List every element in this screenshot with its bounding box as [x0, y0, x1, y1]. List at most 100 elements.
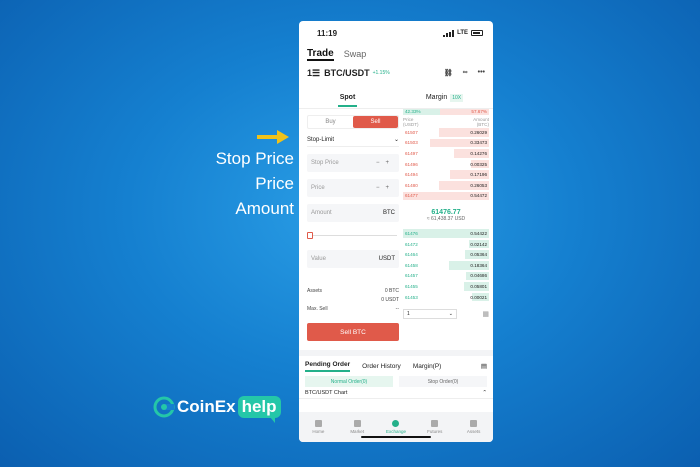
chevron-down-icon: ⌄ — [393, 137, 399, 143]
last-price: 61476.77 — [431, 209, 461, 217]
annotation-amount: Amount — [235, 199, 294, 218]
link-icon[interactable]: ⛓ — [444, 69, 453, 77]
nav-market-label: Market — [350, 429, 365, 434]
ask-price: 61494 — [405, 172, 418, 178]
chart-toggle[interactable]: BTC/USDT Chart ⌃ — [299, 387, 493, 399]
price-placeholder: Price — [311, 185, 325, 191]
amount-slider[interactable] — [307, 230, 399, 240]
bid-price: 61457 — [405, 273, 418, 279]
ask-row[interactable]: 61497 0.14276 — [403, 148, 489, 159]
mode-tabs: Spot Margin 10X — [299, 87, 493, 109]
amount-input[interactable]: Amount BTC — [307, 204, 399, 222]
tab-margin-p[interactable]: Margin(P) — [413, 363, 442, 370]
bid-amount: 0.05364 — [470, 252, 487, 258]
ask-amount: 0.26053 — [470, 182, 487, 188]
value-placeholder: Value — [311, 256, 326, 262]
order-type-select[interactable]: Stop-Limit ⌄ — [307, 133, 399, 147]
tab-swap[interactable]: Swap — [344, 49, 367, 59]
bid-row[interactable]: 61455 0.05801 — [403, 281, 489, 292]
order-subtabs: Normal Order(0) Stop Order(0) — [299, 376, 493, 387]
tab-margin-label: Margin — [425, 94, 448, 101]
stop-price-stepper-icon[interactable]: −+ — [376, 160, 395, 166]
price-stepper-icon[interactable]: −+ — [376, 185, 395, 191]
bid-row[interactable]: 61457 0.04686 — [403, 271, 489, 282]
tab-spot[interactable]: Spot — [299, 94, 396, 107]
ask-row[interactable]: 61477 0.54472 — [403, 191, 489, 202]
order-tabs: Pending Order Order History Margin(P) ▤ — [299, 350, 493, 376]
network-label: LTE — [457, 30, 468, 36]
tab-pending-order[interactable]: Pending Order — [305, 361, 351, 372]
nav-exchange-label: Exchange — [385, 429, 406, 434]
bid-amount: 0.04686 — [470, 273, 487, 279]
tab-trade[interactable]: Trade — [307, 48, 334, 61]
annotation-labels: Stop Price Price Amount — [216, 146, 294, 221]
nav-home-label: Home — [312, 429, 325, 434]
pointer-arrow-icon — [257, 130, 289, 144]
last-price-block: 61476.77 ≈ 61,438.37 USD — [403, 201, 489, 228]
buy-button[interactable]: Buy — [308, 116, 353, 128]
battery-icon — [471, 30, 483, 36]
order-type-value: Stop-Limit — [307, 136, 335, 143]
bid-price: 61458 — [405, 262, 418, 268]
nav-home[interactable]: Home — [299, 412, 338, 442]
slider-handle[interactable] — [307, 232, 313, 239]
bid-row[interactable]: 61458 0.18364 — [403, 260, 489, 271]
leverage-badge: 10X — [450, 94, 464, 102]
value-input[interactable]: Value USDT — [307, 250, 399, 268]
slider-track — [311, 235, 397, 236]
ask-amount: 0.17196 — [470, 172, 487, 178]
buy-sell-toggle: Buy Sell — [307, 115, 399, 129]
buy-sell-ratio: 42.33% 57.67% — [403, 109, 489, 115]
bid-amount: 0.00021 — [470, 294, 487, 300]
exchange-icon — [392, 420, 400, 427]
col-price: Price (USDT) — [403, 117, 419, 127]
futures-icon — [431, 420, 439, 427]
bid-row[interactable]: 61476 0.54422 — [403, 228, 489, 239]
assets-label: Assets — [307, 287, 323, 294]
amount-placeholder: Amount — [311, 210, 332, 216]
tab-margin[interactable]: Margin 10X — [396, 94, 493, 102]
stop-price-input[interactable]: Stop Price −+ — [307, 154, 399, 172]
bid-price: 61476 — [405, 230, 418, 236]
more-icon[interactable]: ••• — [478, 69, 485, 77]
pair-name[interactable]: BTC/USDT — [324, 68, 370, 78]
ask-amount: 0.14276 — [470, 150, 487, 156]
depth-value: 1 — [407, 311, 410, 318]
book-columns: Price (USDT) Amount (BTC) — [403, 117, 489, 127]
brand-help-badge: help — [237, 396, 281, 423]
bid-price: 61455 — [405, 283, 418, 289]
pair-menu-icon[interactable]: 1☰ — [307, 68, 320, 79]
ask-row[interactable]: 61503 0.33473 — [403, 138, 489, 149]
home-icon — [314, 420, 322, 427]
top-tabs: Trade Swap — [299, 45, 493, 63]
tab-normal-order[interactable]: Normal Order(0) — [305, 376, 393, 387]
price-input[interactable]: Price −+ — [307, 179, 399, 197]
sell-btc-button[interactable]: Sell BTC — [307, 323, 399, 341]
bid-row[interactable]: 61464 0.05364 — [403, 249, 489, 260]
ask-price: 61503 — [405, 140, 418, 146]
ask-row[interactable]: 61507 0.26029 — [403, 127, 489, 138]
bid-amount: 0.05801 — [470, 283, 487, 289]
sell-button[interactable]: Sell — [353, 116, 398, 128]
nav-assets[interactable]: Assets — [454, 412, 493, 442]
bid-amount: 0.18364 — [470, 262, 487, 268]
tab-order-history[interactable]: Order History — [362, 363, 401, 370]
ask-price: 61480 — [405, 182, 418, 188]
ask-price: 61497 — [405, 150, 418, 156]
ask-row[interactable]: 61494 0.17196 — [403, 169, 489, 180]
chain-icon[interactable]: ∞ — [463, 69, 468, 77]
ask-row[interactable]: 61496 0.00325 — [403, 159, 489, 170]
stop-price-placeholder: Stop Price — [311, 160, 339, 166]
depth-select[interactable]: 1 ⌄ — [403, 309, 457, 320]
ask-row[interactable]: 61480 0.26053 — [403, 180, 489, 191]
assets-usdt: 0 USDT — [381, 296, 399, 303]
grid-icon[interactable]: ▦ — [482, 310, 489, 318]
bid-row[interactable]: 61453 0.00021 — [403, 292, 489, 303]
chevron-down-icon: ⌄ — [448, 311, 453, 318]
phone-screen: 11:19 LTE Trade Swap 1☰ BTC/USDT +1.15% … — [299, 21, 493, 442]
home-indicator — [361, 436, 431, 438]
bid-row[interactable]: 61472 0.02142 — [403, 239, 489, 250]
document-icon[interactable]: ▤ — [481, 362, 487, 370]
tab-stop-order[interactable]: Stop Order(0) — [399, 376, 487, 387]
max-sell-label: Max. Sell — [307, 305, 328, 312]
